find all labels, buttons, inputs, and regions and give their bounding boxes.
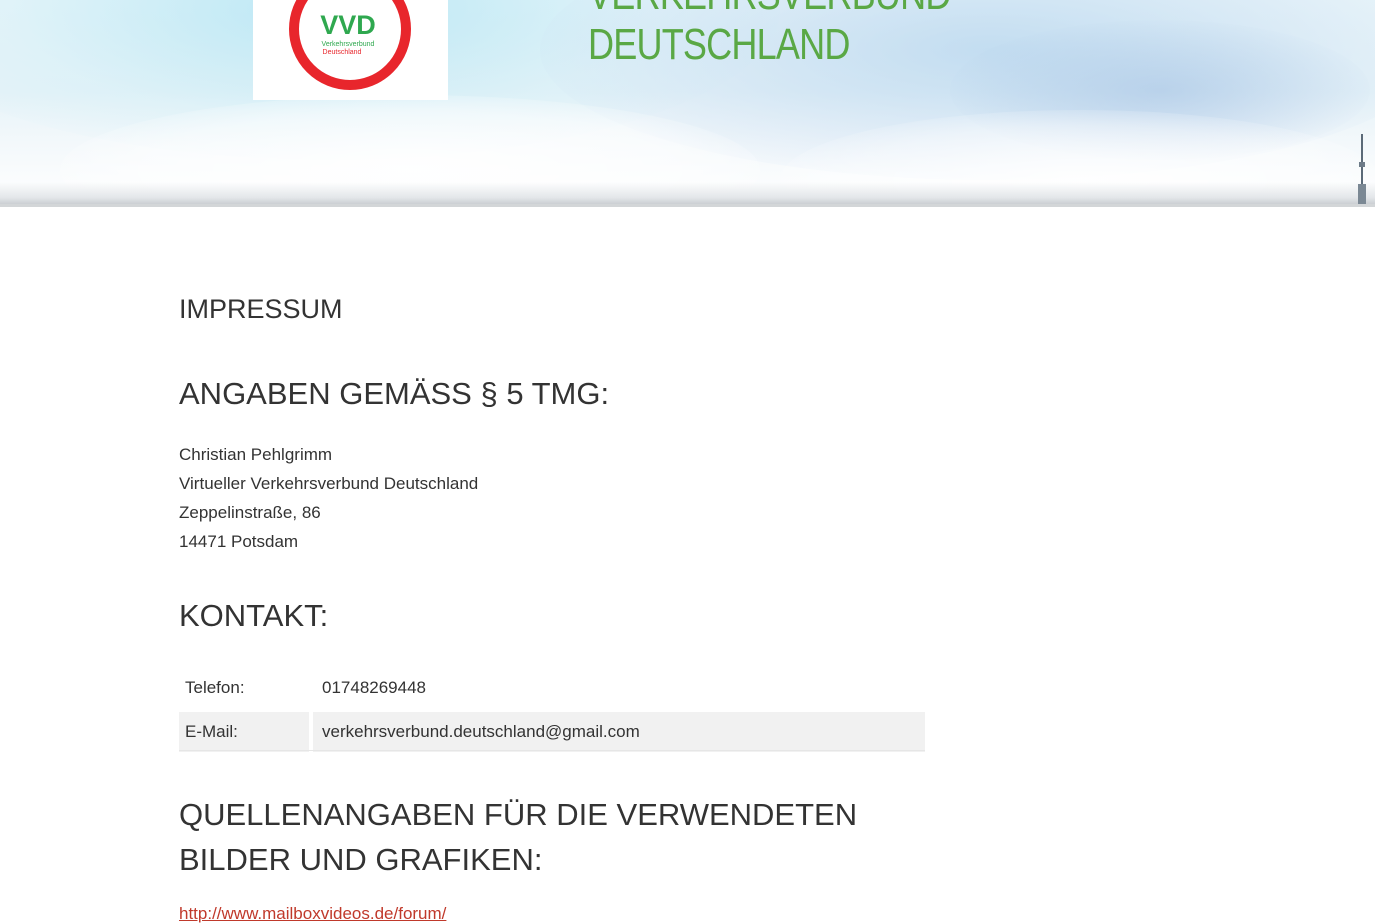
page-title: IMPRESSUM — [179, 294, 343, 324]
contact-row-phone: Telefon: 01748269448 — [179, 668, 925, 708]
address-city: 14471 Potsdam — [179, 532, 299, 551]
section-heading-contact: KONTAKT: — [179, 598, 329, 633]
site-title-line2: DEUTSCHLAND — [588, 20, 850, 69]
site-title[interactable]: VERKEHRSVERBUND DEUTSCHLAND — [588, 0, 951, 70]
source-link[interactable]: http://www.mailboxvideos.de/forum/ — [179, 904, 446, 924]
svg-text:Deutschland: Deutschland — [323, 49, 362, 56]
divider — [179, 750, 925, 751]
address-street: Zeppelinstraße, 86 — [179, 503, 321, 522]
contact-label-phone: Telefon: — [185, 678, 245, 697]
address-name: Christian Pehlgrimm — [179, 445, 333, 464]
logo[interactable]: VVD Verkehrsverbund Deutschland — [253, 0, 448, 100]
svg-text:Verkehrsverbund: Verkehrsverbund — [322, 41, 375, 48]
section-heading-sources: QUELLENANGABEN FÜR DIE VERWENDETEN BILDE… — [179, 797, 858, 877]
skyline-horizon — [0, 182, 1375, 204]
site-header: VVD Verkehrsverbund Deutschland VERKEHRS… — [0, 0, 1375, 207]
tv-tower-icon — [1358, 134, 1366, 204]
svg-text:VVD: VVD — [320, 10, 376, 40]
contact-row-email: E-Mail: verkehrsverbund.deutschland@gmai… — [179, 712, 925, 752]
site-title-line1: VERKEHRSVERBUND — [588, 0, 951, 20]
contact-value-email[interactable]: verkehrsverbund.deutschland@gmail.com — [313, 712, 925, 752]
section-heading-tmg: ANGABEN GEMÄSS § 5 TMG: — [179, 376, 610, 411]
address-block: Christian Pehlgrimm Virtueller Verkehrsv… — [179, 440, 478, 556]
address-organization: Virtueller Verkehrsverbund Deutschland — [179, 474, 479, 493]
contact-value-phone: 01748269448 — [322, 678, 427, 697]
contact-label-email: E-Mail: — [179, 712, 313, 752]
contact-table: Telefon: 01748269448 E-Mail: verkehrsver… — [179, 664, 925, 756]
